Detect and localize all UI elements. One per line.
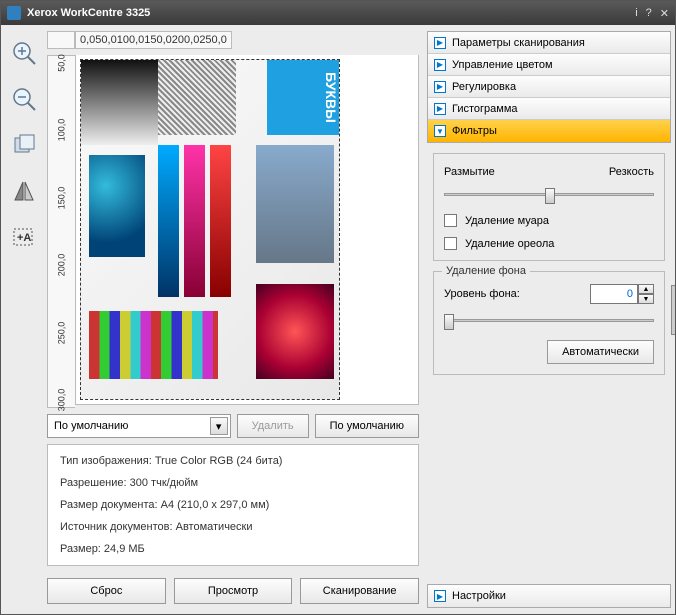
preview-button[interactable]: Просмотр [174,578,293,604]
info-image-type: Тип изображения: True Color RGB (24 бита… [60,455,406,467]
bg-level-label: Уровень фона: [444,288,520,300]
info-doc-size: Размер документа: A4 (210,0 x 297,0 мм) [60,499,406,511]
info-resolution: Разрешение: 300 тчк/дюйм [60,477,406,489]
info-icon[interactable]: i [635,7,637,20]
chevron-right-icon [434,81,446,93]
info-source: Источник документов: Автоматически [60,521,406,533]
scan-info-box: Тип изображения: True Color RGB (24 бита… [47,444,419,566]
window-title: Xerox WorkCentre 3325 [27,7,635,19]
horizontal-ruler: 0,050,0100,0150,0200,0250,0 [75,31,232,49]
pane-gripper[interactable] [671,285,675,335]
preset-combo[interactable]: По умолчанию ▾ [47,414,231,438]
reset-button[interactable]: Сброс [47,578,166,604]
acc-adjust[interactable]: Регулировка [428,76,670,98]
app-icon [7,6,21,20]
bg-removal-group: Удаление фона Уровень фона: ▲ ▼ [433,271,665,375]
filters-panel: Размытие Резкость Удаление муара Удалени… [427,143,671,584]
title-bar: Xerox WorkCentre 3325 i ? ✕ [1,1,675,25]
blur-sharp-slider[interactable] [444,186,654,204]
mirror-icon[interactable] [8,175,40,207]
selection-marquee[interactable]: БУКВЫ [80,59,340,400]
dehalo-checkbox[interactable]: Удаление ореола [444,237,654,250]
blur-label: Размытие [444,166,495,178]
scan-preview[interactable]: БУКВЫ [75,55,419,405]
spin-down-icon[interactable]: ▼ [638,294,654,304]
scan-button[interactable]: Сканирование [300,578,419,604]
chevron-right-icon [434,103,446,115]
bg-level-slider[interactable] [444,312,654,330]
chevron-down-icon [434,125,446,137]
chevron-right-icon [434,590,446,602]
bg-auto-button[interactable]: Автоматически [547,340,654,364]
accordion: Параметры сканирования Управление цветом… [427,31,671,143]
chevron-right-icon [434,59,446,71]
zoom-out-icon[interactable] [8,83,40,115]
acc-filters[interactable]: Фильтры [428,120,670,142]
spin-up-icon[interactable]: ▲ [638,284,654,294]
delete-preset-button[interactable]: Удалить [237,414,309,438]
acc-color-mgmt[interactable]: Управление цветом [428,54,670,76]
vertical-ruler: 50,0100,0150,0200,0250,0300,0 [47,55,75,408]
main-area: 0,050,0100,0150,0200,0250,0 50,0100,0150… [47,25,427,614]
bg-level-input[interactable] [590,284,638,304]
zoom-in-icon[interactable] [8,37,40,69]
chevron-right-icon [434,37,446,49]
ruler-corner [47,31,75,49]
acc-histogram[interactable]: Гистограмма [428,98,670,120]
preset-combo-value: По умолчанию [54,420,128,432]
svg-text:+A: +A [17,232,31,244]
app-window: Xerox WorkCentre 3325 i ? ✕ +A [0,0,676,615]
info-file-size: Размер: 24,9 МБ [60,543,406,555]
blur-sharp-group: Размытие Резкость Удаление муара Удалени… [433,153,665,261]
default-preset-button[interactable]: По умолчанию [315,414,419,438]
demoire-checkbox[interactable]: Удаление муара [444,214,654,227]
help-icon[interactable]: ? [646,7,652,20]
rotate-icon[interactable] [8,129,40,161]
chevron-down-icon[interactable]: ▾ [210,417,228,435]
right-pane: Параметры сканирования Управление цветом… [427,25,675,614]
sharp-label: Резкость [609,166,654,178]
left-toolbar: +A [1,25,47,614]
acc-scan-params[interactable]: Параметры сканирования [428,32,670,54]
bg-removal-legend: Удаление фона [442,265,530,277]
auto-area-icon[interactable]: +A [8,221,40,253]
close-icon[interactable]: ✕ [660,7,669,20]
acc-settings[interactable]: Настройки [427,584,671,608]
